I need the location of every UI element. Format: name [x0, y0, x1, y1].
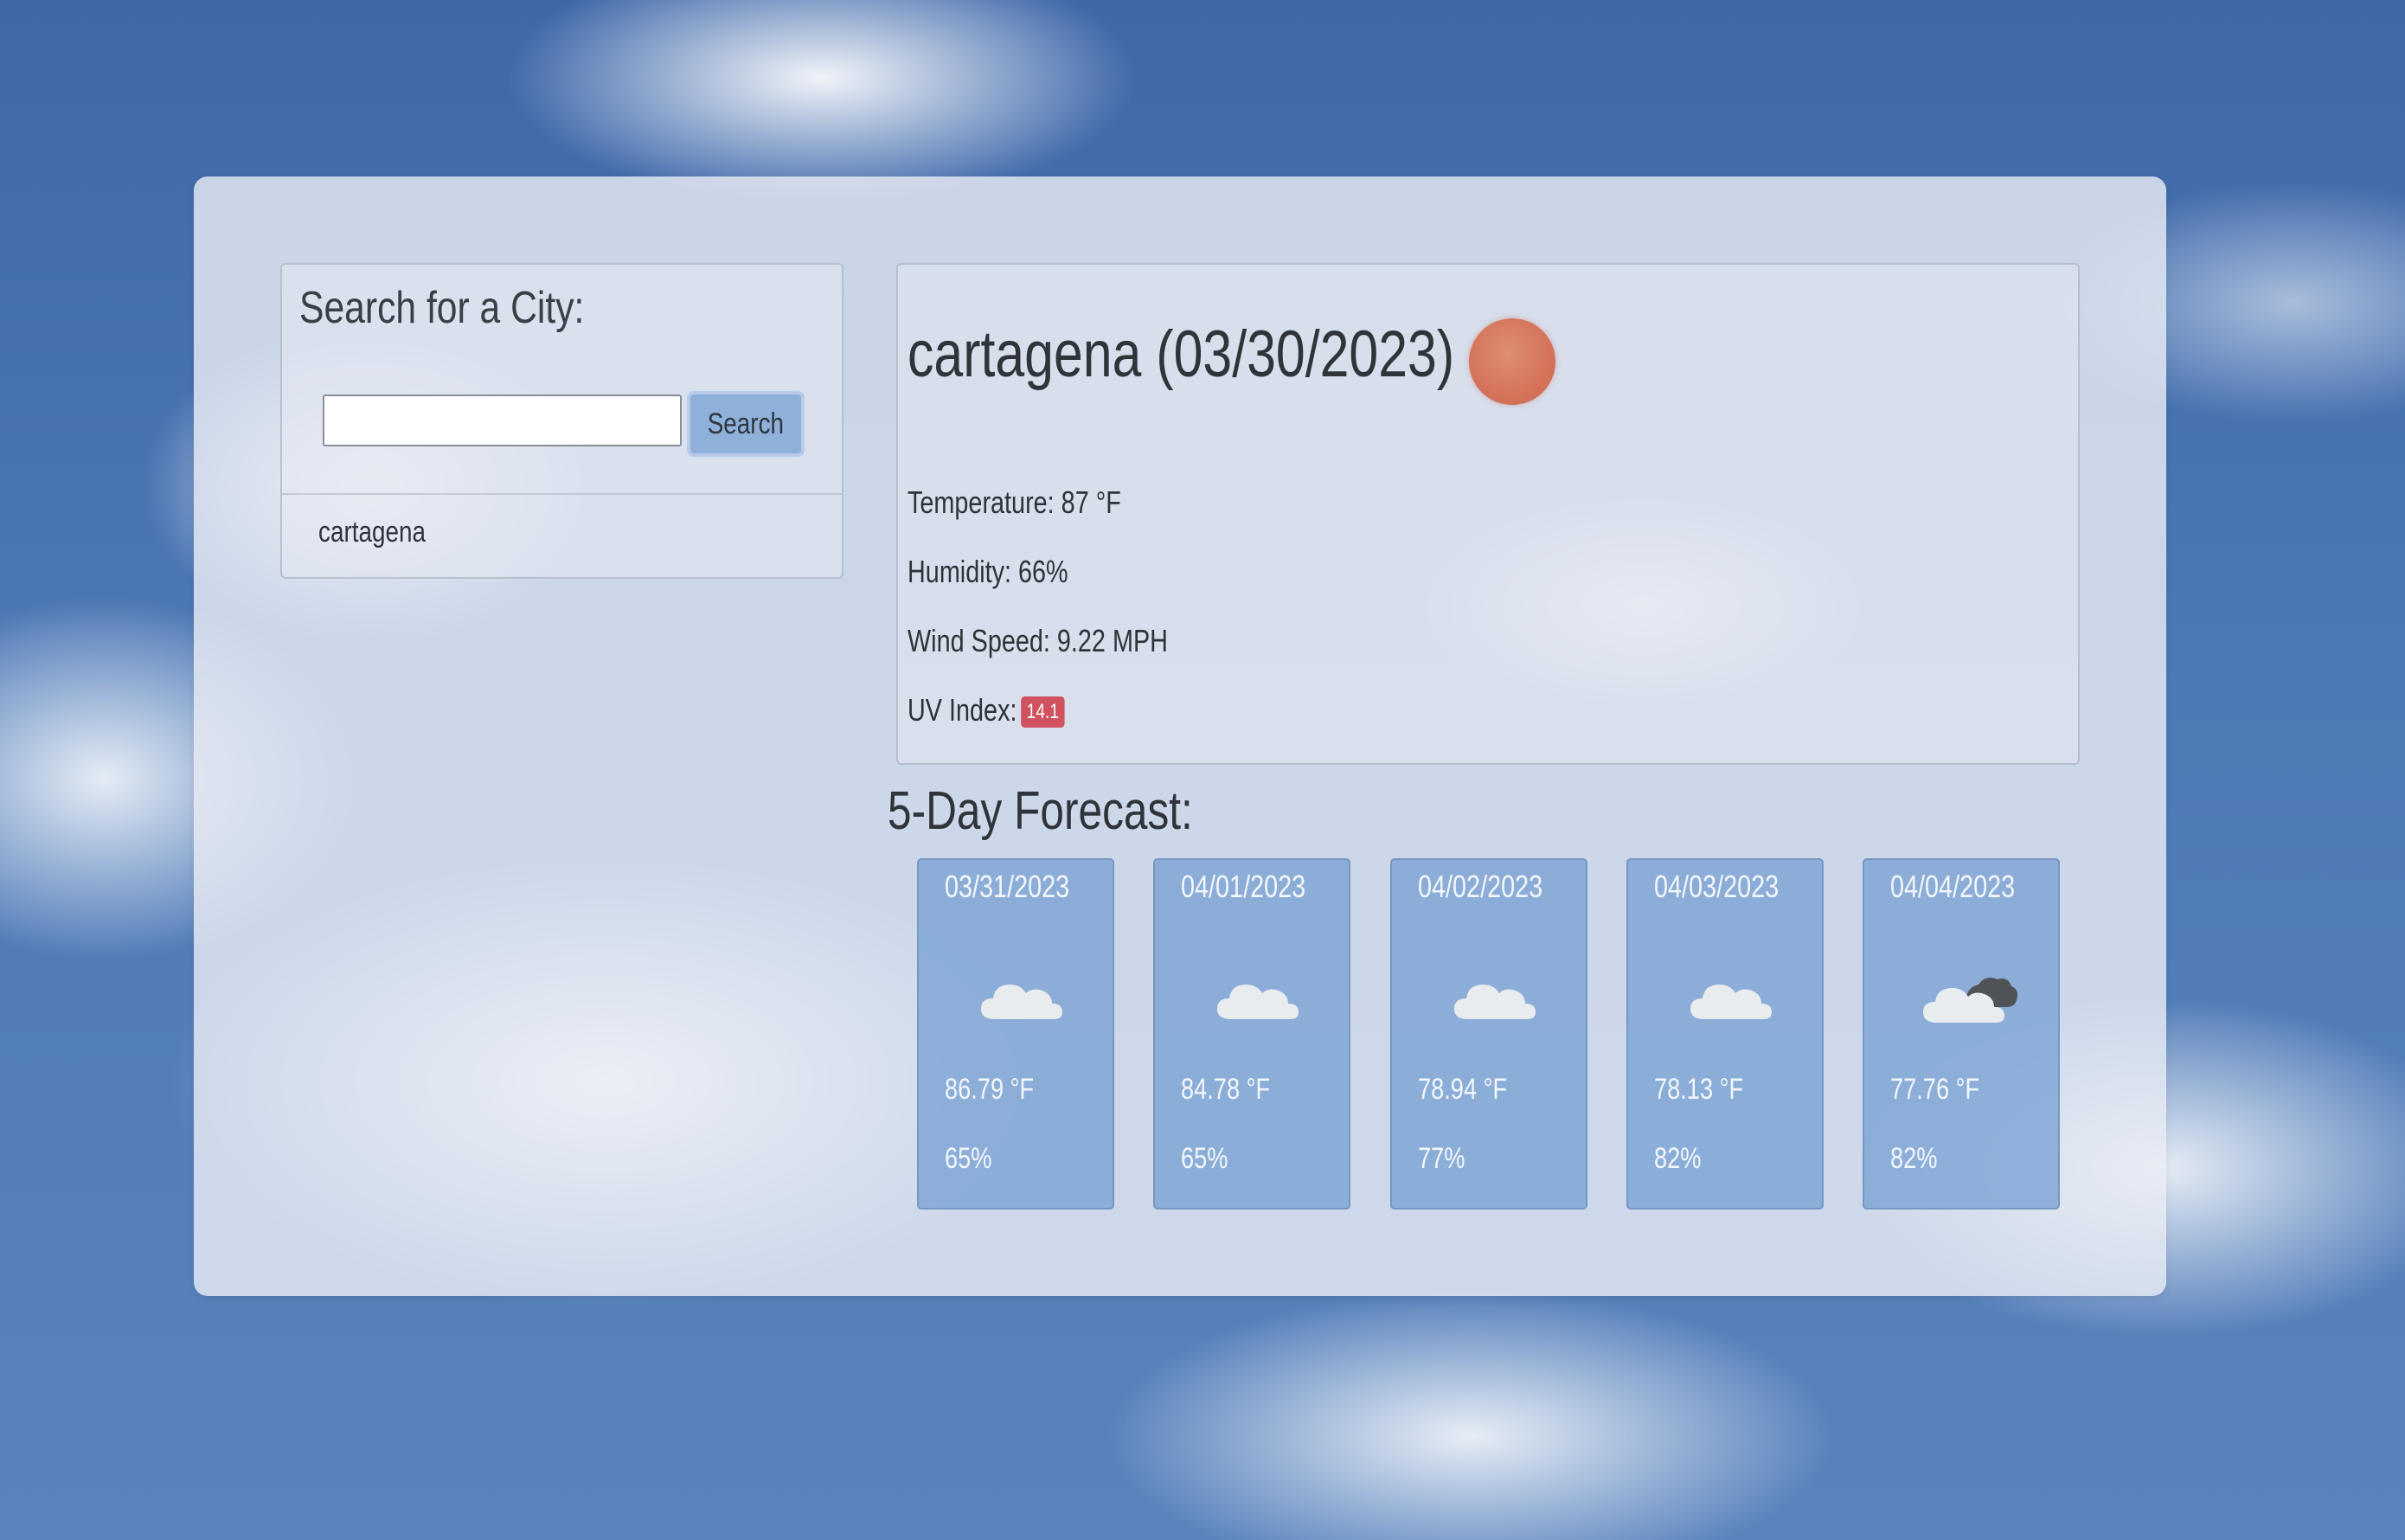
- forecast-title: 5-Day Forecast:: [888, 781, 1193, 841]
- search-card: Search for a City: Search cartagena: [280, 263, 843, 579]
- search-button[interactable]: Search: [687, 391, 805, 457]
- forecast-card: 04/04/2023 77.76 °F 82%: [1863, 858, 2060, 1210]
- cloud-icon: [1454, 985, 1536, 1019]
- clear-sun-icon: [1469, 318, 1555, 405]
- forecast-humidity: 65%: [1181, 1142, 1228, 1175]
- humidity-text: Humidity: 66%: [907, 554, 1068, 589]
- forecast-date: 04/01/2023: [1181, 869, 1306, 904]
- city-title: cartagena (03/30/2023): [907, 318, 1455, 391]
- forecast-card: 04/03/2023 78.13 °F 82%: [1626, 858, 1824, 1210]
- forecast-card: 03/31/2023 86.79 °F 65%: [917, 858, 1114, 1210]
- history-divider: [282, 493, 842, 495]
- broken-clouds-icon: [1923, 978, 2018, 1023]
- forecast-humidity: 77%: [1418, 1142, 1465, 1175]
- forecast-card: 04/02/2023 78.94 °F 77%: [1390, 858, 1587, 1210]
- forecast-card: 04/01/2023 84.78 °F 65%: [1153, 858, 1350, 1210]
- temperature-text: Temperature: 87 °F: [907, 484, 1121, 520]
- current-weather-card: cartagena (03/30/2023) Temperature: 87 °…: [896, 263, 2080, 765]
- search-button-label: Search: [707, 407, 785, 440]
- uv-index-label: UV Index:: [907, 692, 1017, 728]
- forecast-humidity: 82%: [1890, 1142, 1938, 1175]
- wind-speed-text: Wind Speed: 9.22 MPH: [907, 623, 1168, 658]
- forecast-temp: 78.94 °F: [1418, 1073, 1508, 1106]
- city-search-input[interactable]: [323, 395, 682, 446]
- cloud-icon: [1217, 985, 1299, 1019]
- forecast-date: 04/02/2023: [1418, 869, 1543, 904]
- history-item-cartagena[interactable]: cartagena: [318, 516, 426, 549]
- uv-index-row: UV Index: 14.1: [907, 692, 1065, 728]
- forecast-temp: 77.76 °F: [1890, 1073, 1980, 1106]
- uv-index-badge: 14.1: [1021, 696, 1065, 728]
- forecast-humidity: 65%: [945, 1142, 992, 1175]
- cloud-icon: [981, 985, 1062, 1019]
- cloud-icon: [1690, 985, 1772, 1019]
- forecast-date: 03/31/2023: [945, 869, 1070, 904]
- forecast-temp: 78.13 °F: [1654, 1073, 1744, 1106]
- forecast-humidity: 82%: [1654, 1142, 1702, 1175]
- forecast-temp: 86.79 °F: [945, 1073, 1035, 1106]
- forecast-date: 04/03/2023: [1654, 869, 1780, 904]
- forecast-temp: 84.78 °F: [1181, 1073, 1271, 1106]
- forecast-date: 04/04/2023: [1890, 869, 2016, 904]
- search-title: Search for a City:: [299, 283, 585, 333]
